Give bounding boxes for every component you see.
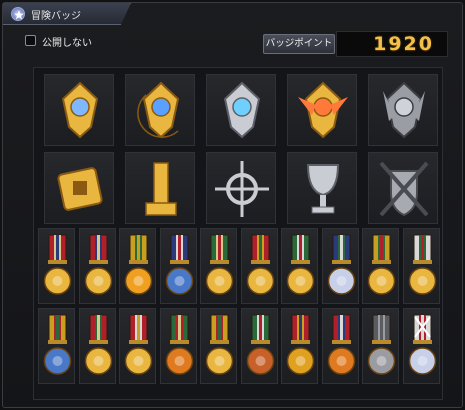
medal-slot[interactable] xyxy=(38,228,75,304)
hide-badges-label: 公開しない xyxy=(42,38,92,49)
crescent-moon-flame-badge-icon xyxy=(137,81,180,139)
medal-slot[interactable] xyxy=(78,228,116,304)
medal-slot[interactable] xyxy=(159,228,197,304)
badge-slot[interactable] xyxy=(206,152,276,224)
badge-slot[interactable] xyxy=(287,74,357,146)
medal-slot[interactable] xyxy=(240,228,278,304)
silver-trophy-badge-icon xyxy=(306,164,340,214)
badge-points-label: バッジポイント xyxy=(263,34,335,54)
dark-horned-crest-badge-icon xyxy=(383,81,425,139)
medal-slot[interactable] xyxy=(362,228,399,304)
medal-slot[interactable] xyxy=(78,308,116,384)
compass-medal-icon xyxy=(124,314,153,375)
medal-slot[interactable] xyxy=(281,308,318,384)
badge-grid xyxy=(33,67,443,400)
hide-badges-checkbox[interactable] xyxy=(25,35,36,46)
doll-medal-icon xyxy=(408,314,436,375)
badge-points-value: 1920 xyxy=(336,31,448,57)
claw-medal-icon xyxy=(246,314,274,375)
bird-medal-icon xyxy=(408,234,436,295)
crystal-medal-icon xyxy=(246,234,274,295)
badge-slot[interactable] xyxy=(44,74,114,146)
badge-slot[interactable] xyxy=(44,152,114,224)
medal-slot[interactable] xyxy=(200,228,237,304)
dragon-medal-icon xyxy=(367,234,396,295)
medal-slot[interactable] xyxy=(402,228,440,304)
medal-slot[interactable] xyxy=(119,308,156,384)
medal-slot[interactable] xyxy=(38,308,75,384)
orb-medal-icon xyxy=(286,314,315,375)
teapot-medal-icon xyxy=(286,234,315,295)
badge-slot[interactable] xyxy=(125,152,195,224)
lion-mask-medal-icon xyxy=(165,234,193,295)
window-title-tab: 冒険バッジ xyxy=(3,3,131,25)
badge-slot[interactable] xyxy=(287,152,357,224)
silver-compass-star-badge-icon xyxy=(215,161,269,217)
medal-slot[interactable] xyxy=(362,308,399,384)
crossed-swords-shield-badge-icon xyxy=(379,161,429,217)
sun-crest-badge-icon xyxy=(61,81,99,139)
boot-medal-icon xyxy=(165,314,193,375)
crystal-ball-medal-icon xyxy=(43,314,72,375)
star-badge-icon xyxy=(11,7,25,21)
medal-slot[interactable] xyxy=(281,228,318,304)
cone-medal-icon xyxy=(205,234,234,295)
medal-slot[interactable] xyxy=(200,308,237,384)
lion-helm-medal-icon xyxy=(367,314,396,375)
globe-medal-icon xyxy=(84,234,112,295)
spirit-medal-icon xyxy=(327,234,355,295)
medal-slot[interactable] xyxy=(321,308,359,384)
golden-tower-badge-icon xyxy=(145,162,177,216)
flame-medal-icon xyxy=(124,234,153,295)
badge-slot[interactable] xyxy=(368,74,438,146)
golden-winged-crest-badge-icon xyxy=(298,81,348,139)
phoenix-medal-icon xyxy=(84,314,112,375)
golden-cube-badge-icon xyxy=(57,167,103,211)
badge-slot[interactable] xyxy=(125,74,195,146)
gauntlet-medal-icon xyxy=(205,314,234,375)
medal-slot[interactable] xyxy=(321,228,359,304)
window-title: 冒険バッジ xyxy=(31,11,81,22)
chick-medal-icon xyxy=(327,314,355,375)
badge-slot[interactable] xyxy=(368,152,438,224)
medal-slot[interactable] xyxy=(240,308,278,384)
ring-medal-icon xyxy=(43,234,72,295)
medal-slot[interactable] xyxy=(119,228,156,304)
badge-slot[interactable] xyxy=(206,74,276,146)
medal-slot[interactable] xyxy=(159,308,197,384)
silver-tiara-badge-icon xyxy=(223,81,261,139)
adventure-badge-window: 冒険バッジ 公開しない バッジポイント 1920 xyxy=(2,2,463,408)
medal-slot[interactable] xyxy=(402,308,440,384)
